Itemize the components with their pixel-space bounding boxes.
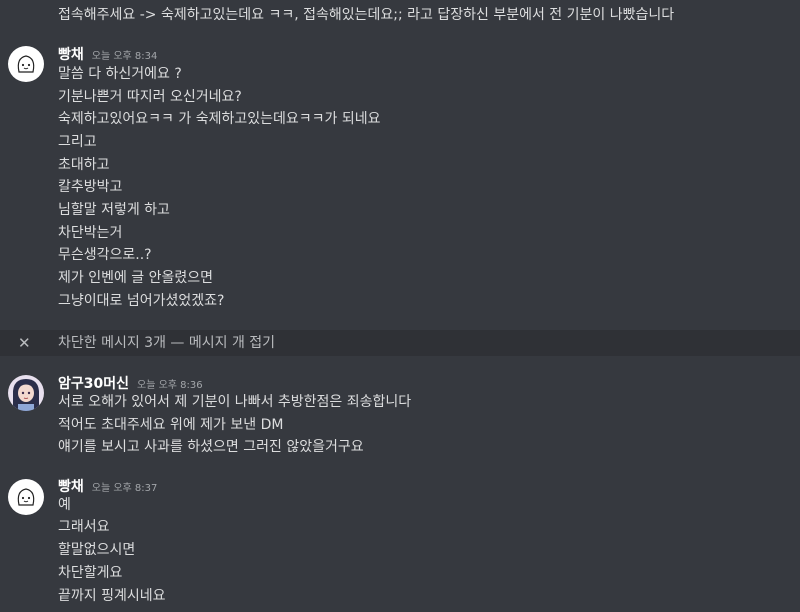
message-line: 얘기를 보시고 사과를 하셨으면 그러진 않았을거구요 xyxy=(58,439,364,455)
message-line: 예 xyxy=(58,497,71,513)
close-icon[interactable]: ✕ xyxy=(18,334,31,352)
blocked-messages-label[interactable]: 차단한 메시지 3개 — 메시지 개 접기 xyxy=(58,333,275,353)
avatar-image xyxy=(8,375,44,411)
message-header: 빵채 오늘 오후 8:34 xyxy=(58,44,157,64)
avatar[interactable] xyxy=(8,479,44,515)
message-line: 제가 인벤에 글 안올렸으면 xyxy=(58,270,214,286)
timestamp: 오늘 오후 8:34 xyxy=(91,51,158,62)
chat-log: 접속해주세요 -> 숙제하고있는데요 ㅋㅋ, 접속해있는데요;; 라고 답장하신… xyxy=(0,0,800,612)
message-header: 암구30머신 오늘 오후 8:36 xyxy=(58,373,203,393)
author-name[interactable]: 암구30머신 xyxy=(58,373,129,393)
avatar-image xyxy=(8,46,44,82)
message-line: 끝까지 핑계시네요 xyxy=(58,588,166,604)
timestamp: 오늘 오후 8:36 xyxy=(137,380,203,391)
timestamp: 오늘 오후 8:37 xyxy=(91,483,158,494)
message-line: 적어도 초대주세요 위에 제가 보낸 DM xyxy=(58,417,284,433)
message-line: 접속해주세요 -> 숙제하고있는데요 ㅋㅋ, 접속해있는데요;; 라고 답장하신… xyxy=(58,7,675,23)
message-line: 말씀 다 하신거에요 ? xyxy=(58,66,182,82)
message-line: 차단박는거 xyxy=(58,225,123,241)
author-name[interactable]: 빵채 xyxy=(58,476,84,496)
message-line: 그리고 xyxy=(58,134,97,150)
message-line: 차단할게요 xyxy=(58,565,123,581)
message-line: 무슨생각으로..? xyxy=(58,247,152,263)
message-line: 숙제하고있어요ㅋㅋ 가 숙제하고있는데요ㅋㅋ가 되네요 xyxy=(58,111,381,127)
avatar-image xyxy=(8,479,44,515)
message-line: 초대하고 xyxy=(58,157,110,173)
message-line: 님할말 저렇게 하고 xyxy=(58,202,170,218)
message-line: 할말없으시면 xyxy=(58,542,136,558)
avatar[interactable] xyxy=(8,375,44,411)
message-line: 기분나쁜거 따지러 오신거네요? xyxy=(58,89,242,105)
blocked-messages-bar[interactable]: ✕ 차단한 메시지 3개 — 메시지 개 접기 xyxy=(0,330,800,356)
message-line: 그냥이대로 넘어가셨었겠죠? xyxy=(58,293,225,309)
message-line: 그래서요 xyxy=(58,519,110,535)
message-header: 빵채 오늘 오후 8:37 xyxy=(58,476,157,496)
message-line: 서로 오해가 있어서 제 기분이 나빠서 추방한점은 죄송합니다 xyxy=(58,394,412,410)
message-line: 칼추방박고 xyxy=(58,179,123,195)
avatar[interactable] xyxy=(8,46,44,82)
author-name[interactable]: 빵채 xyxy=(58,44,84,64)
